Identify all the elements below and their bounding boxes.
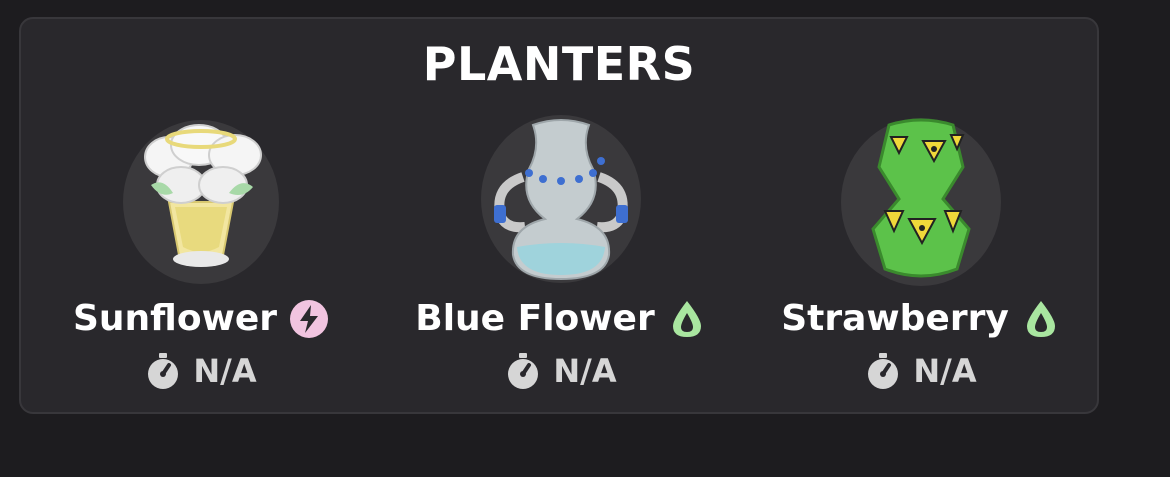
planter-name-row: Strawberry [741, 297, 1101, 341]
energy-bolt-icon [290, 300, 329, 338]
planter-timer-row: N/A [381, 351, 741, 391]
planter-card-blue-flower[interactable]: Blue Flower N/A [381, 107, 741, 407]
planter-name: Sunflower [72, 298, 278, 339]
planter-timer-value: N/A [193, 352, 257, 390]
planter-card-sunflower[interactable]: Sunflower N/A [21, 107, 381, 407]
planter-name: Blue Flower [415, 298, 655, 339]
planters-panel: PLANTERS Sunflower N/A Blue Flower N/A S… [19, 17, 1099, 414]
planter-timer-row: N/A [741, 351, 1101, 391]
strawberry-planter-image [841, 118, 1001, 286]
stopwatch-icon [868, 353, 899, 389]
panel-title: PLANTERS [422, 37, 696, 91]
blue-flower-planter-image [481, 115, 641, 283]
planter-timer-row: N/A [21, 351, 381, 391]
sunflower-planter-image [123, 120, 279, 284]
planter-card-strawberry[interactable]: Strawberry N/A [741, 107, 1101, 407]
stopwatch-icon [148, 353, 179, 389]
water-drop-icon [1026, 301, 1055, 337]
planter-name-row: Sunflower [21, 297, 381, 341]
stopwatch-icon [508, 353, 539, 389]
planter-timer-value: N/A [913, 352, 977, 390]
water-drop-icon [672, 301, 701, 337]
planter-name-row: Blue Flower [381, 297, 741, 341]
planter-name: Strawberry [781, 298, 1009, 339]
planter-timer-value: N/A [553, 352, 617, 390]
